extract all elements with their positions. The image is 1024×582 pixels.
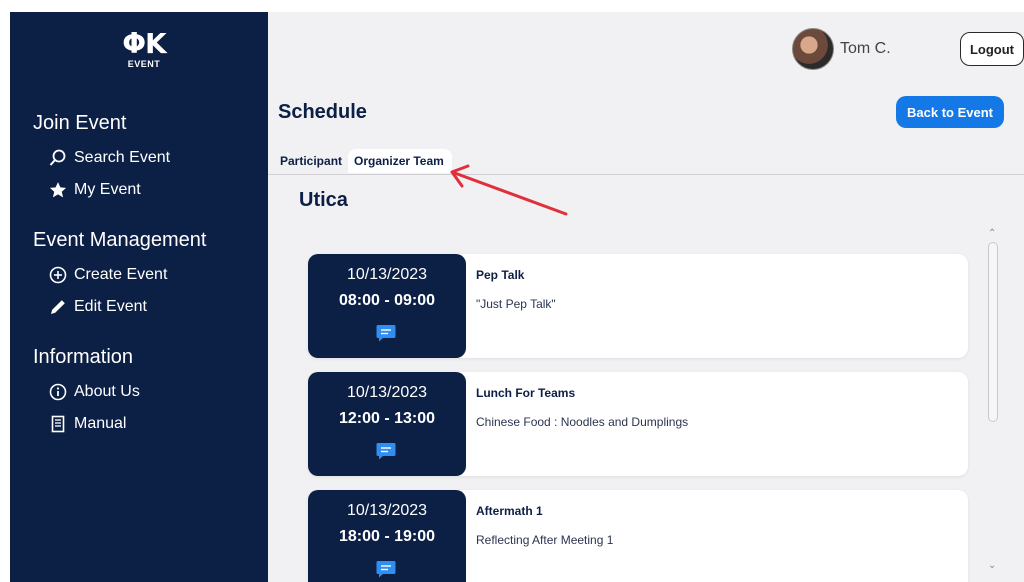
event-card[interactable]: 10/13/2023 12:00 - 13:00 Lunch For Teams… [308,372,968,476]
event-date: 10/13/2023 [346,266,428,283]
sidebar-item-create-event[interactable]: Create Event [48,265,167,285]
scroll-up-icon[interactable]: ⌃ [988,228,996,239]
event-date-block: 10/13/2023 08:00 - 09:00 [308,254,466,358]
sidebar-item-about-us[interactable]: About Us [48,382,140,402]
sidebar-item-my-event[interactable]: My Event [48,180,141,200]
section-title-information: Information [33,346,134,368]
user-name: Tom C. [840,40,891,57]
event-card[interactable]: 10/13/2023 08:00 - 09:00 Pep Talk "Just … [308,254,968,358]
sidebar-item-label: Manual [74,415,127,432]
sidebar-item-label: My Event [74,181,141,198]
sidebar-item-label: Search Event [74,149,171,166]
section-title-event-management: Event Management [33,229,207,251]
event-description: Reflecting After Meeting 1 [476,533,614,547]
sidebar-item-manual[interactable]: Manual [48,414,126,434]
star-icon [48,180,68,200]
tab-participant[interactable]: Participant [276,149,348,173]
page-title: Schedule [278,101,367,123]
sidebar-item-label: Create Event [74,266,168,283]
event-description: "Just Pep Talk" [476,297,556,311]
scroll-down-icon[interactable]: ⌄ [988,560,996,571]
app-logo[interactable]: ΦK EVENT [114,30,174,70]
event-date: 10/13/2023 [346,384,428,401]
annotation-arrow-icon [450,164,568,216]
event-title: Lunch For Teams [476,386,576,400]
chat-icon[interactable] [376,324,396,342]
event-date-block: 10/13/2023 18:00 - 19:00 [308,490,466,582]
plus-circle-icon [48,265,68,285]
main-content: Tom C. Logout Schedule Back to Event Par… [268,12,1024,582]
section-title-join-event: Join Event [33,112,127,134]
sidebar-item-search-event[interactable]: Search Event [48,148,170,168]
logout-button[interactable]: Logout [960,32,1024,66]
event-time: 18:00 - 19:00 [338,528,436,545]
chat-icon[interactable] [376,560,396,578]
event-time: 08:00 - 09:00 [338,292,436,309]
sidebar-item-edit-event[interactable]: Edit Event [48,297,147,317]
sidebar-item-label: Edit Event [74,298,147,315]
info-icon [48,382,68,402]
logo-mark: ΦK [122,27,167,60]
pencil-icon [48,297,68,317]
event-description: Chinese Food : Noodles and Dumplings [476,415,689,429]
tab-divider [268,174,1024,175]
search-icon [48,148,68,168]
chat-icon[interactable] [376,442,396,460]
event-date-block: 10/13/2023 12:00 - 13:00 [308,372,466,476]
event-title: Aftermath 1 [476,504,543,518]
event-card[interactable]: 10/13/2023 18:00 - 19:00 Aftermath 1 Ref… [308,490,968,582]
event-title: Pep Talk [476,268,525,282]
sidebar-item-label: About Us [74,383,140,400]
sidebar: ΦK EVENT Join Event Search Event My Even… [10,12,268,582]
venue-title: Utica [299,189,348,211]
event-date: 10/13/2023 [346,502,428,519]
book-icon [48,414,68,434]
avatar[interactable] [792,28,834,70]
back-to-event-button[interactable]: Back to Event [896,96,1004,128]
tab-organizer-team[interactable]: Organizer Team [348,149,452,173]
scrollbar[interactable] [988,242,998,422]
top-bar: Tom C. Logout [268,12,1024,84]
event-time: 12:00 - 13:00 [338,410,436,427]
tab-bar: Participant Organizer Team [276,149,452,175]
